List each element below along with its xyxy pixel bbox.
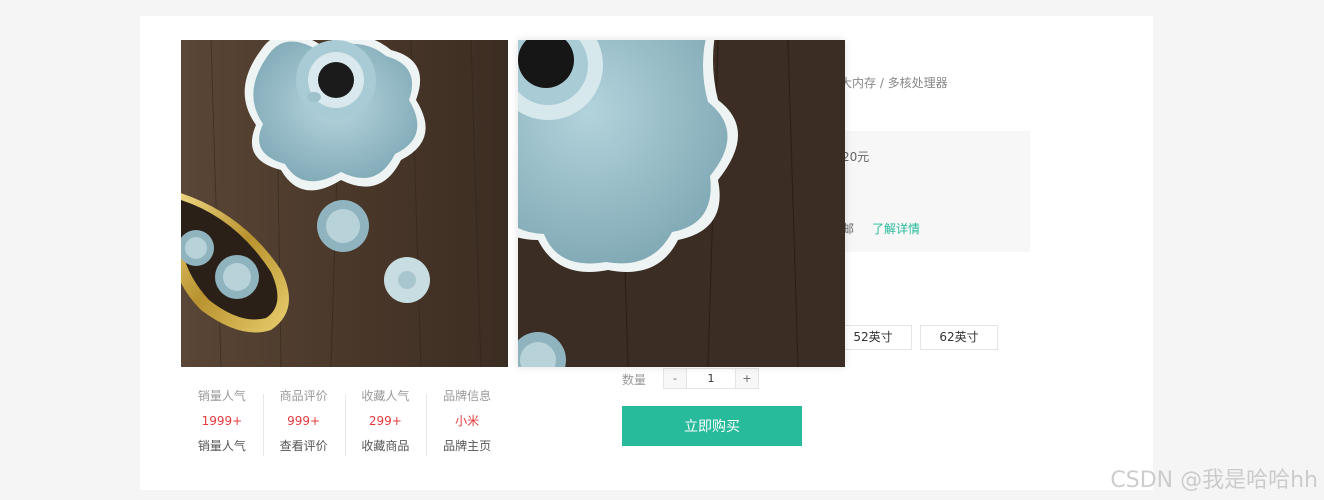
quantity-label: 数量 <box>622 373 647 387</box>
stat-title: 商品评价 <box>279 389 328 403</box>
watermark: CSDN @我是哈哈hh <box>1110 468 1318 493</box>
stat-link[interactable]: 查看评价 <box>263 434 345 460</box>
stat-link[interactable]: 收藏商品 <box>345 434 427 460</box>
stat-value: 999+ <box>287 414 321 428</box>
tea-set-image <box>181 40 508 367</box>
quantity-plus-button[interactable]: + <box>736 369 758 388</box>
product-stats: 销量人气 1999+ 销量人气 商品评价 999+ 查看评价 收藏人气 299+… <box>181 382 508 462</box>
detail-link[interactable]: 了解详情 <box>872 220 920 237</box>
product-spec-text: 大内存 / 多核处理器 <box>840 76 948 90</box>
stat-link[interactable]: 品牌主页 <box>426 434 508 460</box>
tea-set-zoom-image <box>518 40 845 367</box>
stat-favorites: 收藏人气 299+ 收藏商品 <box>344 382 427 462</box>
buy-now-button[interactable]: 立即购买 <box>622 406 802 446</box>
quantity-minus-button[interactable]: - <box>664 369 686 388</box>
size-option-62[interactable]: 62英寸 <box>920 325 998 350</box>
stat-title: 收藏人气 <box>361 389 410 403</box>
quantity-stepper: - + <box>663 368 759 389</box>
product-zoom-preview <box>518 40 845 367</box>
stat-brand: 品牌信息 小米 品牌主页 <box>426 382 508 462</box>
stat-value: 299+ <box>368 414 402 428</box>
quantity-input[interactable] <box>686 369 736 388</box>
stat-value: 1999+ <box>201 414 243 428</box>
stat-title: 销量人气 <box>197 389 246 403</box>
price-text: 20元 <box>842 150 870 164</box>
product-main-image[interactable] <box>181 40 508 367</box>
stat-sales: 销量人气 1999+ 销量人气 <box>181 382 263 462</box>
stat-title: 品牌信息 <box>443 389 492 403</box>
size-option-52[interactable]: 52英寸 <box>834 325 912 350</box>
stat-value: 小米 <box>455 414 480 428</box>
stat-reviews: 商品评价 999+ 查看评价 <box>262 382 345 462</box>
stat-link[interactable]: 销量人气 <box>181 434 263 460</box>
